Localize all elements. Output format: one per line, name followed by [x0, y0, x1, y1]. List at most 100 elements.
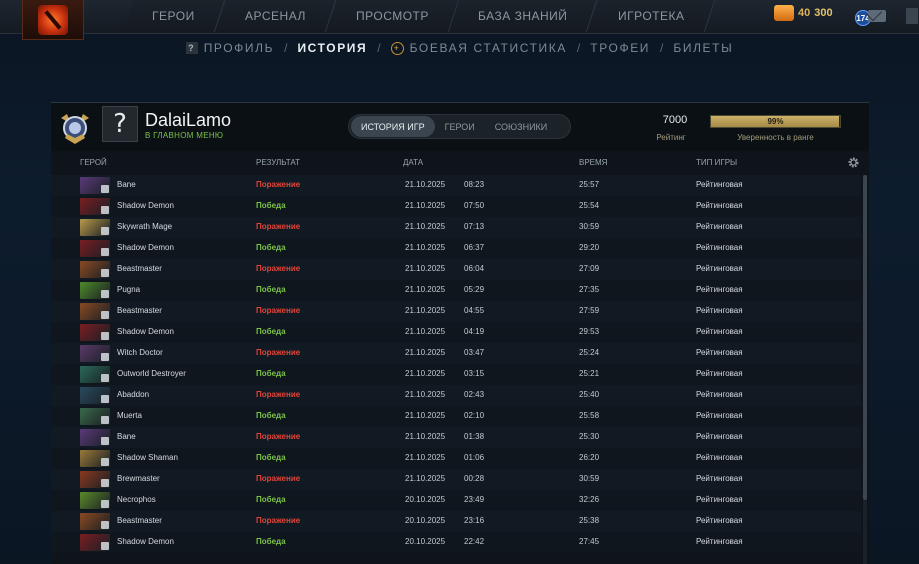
match-date: 21.10.2025 — [405, 306, 446, 315]
hero-name: Shadow Demon — [117, 243, 174, 252]
match-time: 05:29 — [464, 285, 485, 294]
match-duration: 26:20 — [579, 453, 600, 462]
subnav-stats[interactable]: + БОЕВАЯ СТАТИСТИКА — [381, 41, 577, 55]
hero-name: Shadow Demon — [117, 201, 174, 210]
menu-edge-icon[interactable] — [906, 8, 918, 24]
shard-bag-icon — [774, 5, 794, 21]
table-row[interactable]: Beastmaster Поражение 21.10.2025 04:55 27:59… — [51, 301, 861, 322]
match-date: 20.10.2025 — [405, 537, 446, 546]
nav-tab-arcade[interactable]: ИГРОТЕКА — [588, 0, 715, 32]
match-time: 00:28 — [464, 474, 485, 483]
match-duration: 27:35 — [579, 285, 600, 294]
table-row[interactable]: Brewmaster Поражение 21.10.2025 00:28 30:59 Р… — [51, 469, 861, 490]
match-list: Bane Поражение 21.10.2025 08:23 25:57 Рейтинг… — [51, 175, 861, 553]
table-row[interactable]: Muerta Победа 21.10.2025 02:10 25:58 Рейтинго… — [51, 406, 861, 427]
currency-display[interactable]: 40 300 — [774, 5, 833, 21]
match-time: 23:49 — [464, 495, 485, 504]
table-row[interactable]: Necrophos Победа 20.10.2025 23:49 32:26 Рейти… — [51, 490, 861, 511]
match-type: Рейтинговая — [696, 264, 743, 273]
table-row[interactable]: Shadow Demon Победа 21.10.2025 04:19 29:53 Ре… — [51, 322, 861, 343]
nav-tab-armory[interactable]: АРСЕНАЛ — [215, 0, 336, 32]
match-history-panel: ? DalaiLamo В ГЛАВНОМ МЕНЮ ИСТОРИЯ ИГР Г… — [51, 102, 869, 564]
match-type: Рейтинговая — [696, 348, 743, 357]
hero-portrait-icon — [80, 534, 110, 551]
match-date: 20.10.2025 — [405, 495, 446, 504]
match-result: Победа — [256, 495, 286, 504]
hero-name: Skywrath Mage — [117, 222, 173, 231]
gear-icon[interactable] — [847, 156, 860, 169]
table-row[interactable]: Skywrath Mage Поражение 21.10.2025 07:13 30:… — [51, 217, 861, 238]
rating-value: 7000 — [662, 114, 688, 126]
player-avatar[interactable]: ? — [102, 106, 138, 142]
match-time: 08:23 — [464, 180, 485, 189]
match-duration: 25:58 — [579, 411, 600, 420]
coins-count: 40 — [798, 7, 811, 19]
scrollbar-thumb[interactable] — [863, 175, 867, 500]
column-header-type[interactable]: ТИП ИГРЫ — [696, 158, 737, 167]
table-row[interactable]: Beastmaster Поражение 21.10.2025 06:04 27:09… — [51, 259, 861, 280]
hero-name: Bane — [117, 432, 136, 441]
match-duration: 25:38 — [579, 516, 600, 525]
player-name[interactable]: DalaiLamo — [145, 110, 231, 131]
match-type: Рейтинговая — [696, 390, 743, 399]
match-date: 21.10.2025 — [405, 285, 446, 294]
match-type: Рейтинговая — [696, 327, 743, 336]
match-date: 21.10.2025 — [405, 369, 446, 378]
hero-portrait-icon — [80, 513, 110, 530]
match-result: Поражение — [256, 264, 301, 273]
subnav-tickets[interactable]: БИЛЕТЫ — [663, 41, 743, 55]
match-duration: 25:57 — [579, 180, 600, 189]
nav-tab-heroes[interactable]: ГЕРОИ — [122, 0, 225, 32]
match-date: 21.10.2025 — [405, 348, 446, 357]
question-icon: ? — [185, 42, 198, 54]
hero-portrait-icon — [80, 177, 110, 194]
hero-name: Bane — [117, 180, 136, 189]
tab-match-history[interactable]: ИСТОРИЯ ИГР — [351, 116, 435, 137]
subnav-history[interactable]: ИСТОРИЯ — [287, 41, 377, 55]
rating-label: Рейтинг — [656, 133, 686, 142]
table-row[interactable]: Bane Поражение 21.10.2025 08:23 25:57 Рейтинг… — [51, 175, 861, 196]
match-type: Рейтинговая — [696, 453, 743, 462]
match-type: Рейтинговая — [696, 222, 743, 231]
nav-tab-learn[interactable]: БАЗА ЗНАНИЙ — [449, 0, 599, 32]
match-time: 02:10 — [464, 411, 485, 420]
column-header-hero[interactable]: ГЕРОЙ — [80, 158, 107, 167]
subnav-profile[interactable]: ? ПРОФИЛЬ — [176, 41, 284, 55]
tab-allies[interactable]: СОЮЗНИКИ — [485, 116, 558, 137]
table-row[interactable]: Shadow Demon Победа 21.10.2025 06:37 29:20 Ре… — [51, 238, 861, 259]
match-time: 03:15 — [464, 369, 485, 378]
top-navigation: ГЕРОИ АРСЕНАЛ ПРОСМОТР БАЗА ЗНАНИЙ ИГРОТ… — [0, 0, 919, 40]
table-row[interactable]: Shadow Demon Победа 20.10.2025 22:42 27:45 Ре… — [51, 532, 861, 553]
match-result: Победа — [256, 537, 286, 546]
match-result: Поражение — [256, 516, 301, 525]
match-time: 04:55 — [464, 306, 485, 315]
column-header-result[interactable]: РЕЗУЛЬТАТ — [256, 158, 300, 167]
match-time: 22:42 — [464, 537, 485, 546]
table-row[interactable]: Abaddon Поражение 21.10.2025 02:43 25:40 Рейт… — [51, 385, 861, 406]
subnav-trophies[interactable]: ТРОФЕИ — [580, 41, 660, 55]
match-result: Победа — [256, 327, 286, 336]
table-row[interactable]: Beastmaster Поражение 20.10.2025 23:16 25:38… — [51, 511, 861, 532]
column-header-date[interactable]: ДАТА — [403, 158, 423, 167]
hero-name: Muerta — [117, 411, 142, 420]
column-header-duration[interactable]: ВРЕМЯ — [579, 158, 607, 167]
hero-name: Pugna — [117, 285, 141, 294]
match-result: Поражение — [256, 390, 301, 399]
match-date: 21.10.2025 — [405, 453, 446, 462]
nav-tab-watch[interactable]: ПРОСМОТР — [326, 0, 459, 32]
match-duration: 25:21 — [579, 369, 600, 378]
hero-name: Beastmaster — [117, 264, 162, 273]
tab-heroes[interactable]: ГЕРОИ — [435, 116, 485, 137]
table-row[interactable]: Shadow Shaman Победа 21.10.2025 01:06 26:20 Р… — [51, 448, 861, 469]
match-time: 01:06 — [464, 453, 485, 462]
match-duration: 25:40 — [579, 390, 600, 399]
match-type: Рейтинговая — [696, 369, 743, 378]
dota-logo-button[interactable] — [22, 0, 84, 40]
table-row[interactable]: Witch Doctor Поражение 21.10.2025 03:47 25:2… — [51, 343, 861, 364]
table-row[interactable]: Outworld Destroyer Победа 21.10.2025 03:15 2… — [51, 364, 861, 385]
mail-icon[interactable] — [868, 10, 886, 22]
table-row[interactable]: Bane Поражение 21.10.2025 01:38 25:30 Рейтинг… — [51, 427, 861, 448]
match-date: 21.10.2025 — [405, 411, 446, 420]
table-row[interactable]: Pugna Победа 21.10.2025 05:29 27:35 Рейтингов… — [51, 280, 861, 301]
table-row[interactable]: Shadow Demon Победа 21.10.2025 07:50 25:54 Ре… — [51, 196, 861, 217]
